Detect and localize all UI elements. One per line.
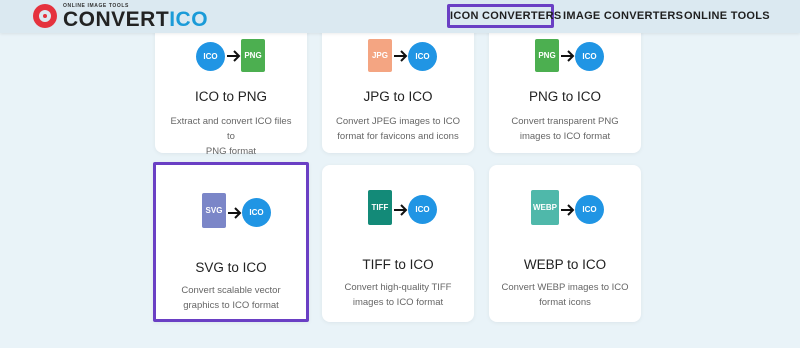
ico-circle-icon: ICO bbox=[242, 198, 271, 227]
svg-file-icon: SVG bbox=[202, 193, 226, 228]
ico-circle-icon: ICO bbox=[408, 195, 437, 224]
card-svg-to-ico[interactable]: SVG ICO SVG to ICO Convert scalable vect… bbox=[153, 162, 309, 322]
ico-circle-icon: ICO bbox=[575, 195, 604, 224]
nav-icon-converters[interactable]: ICON CONVERTERS bbox=[447, 4, 561, 28]
ico-circle-icon: ICO bbox=[408, 42, 437, 71]
card-description: Convert transparent PNG images to ICO for… bbox=[511, 116, 619, 142]
card-webp-to-ico[interactable]: WEBP ICO WEBP to ICO Convert WEBP images… bbox=[489, 165, 641, 322]
card-title: SVG to ICO bbox=[195, 260, 267, 275]
card-title: ICO to PNG bbox=[194, 89, 267, 104]
arrow-right-icon bbox=[561, 50, 575, 62]
card-tiff-to-ico[interactable]: TIFF ICO TIFF to ICO Convert high-qualit… bbox=[322, 165, 474, 322]
logo-wordmark: CONVERTICO bbox=[63, 8, 209, 31]
conversion-icons: JPG ICO bbox=[322, 28, 474, 72]
logo-icon bbox=[33, 4, 57, 28]
card-title: JPG to ICO bbox=[363, 89, 433, 104]
nav-online-tools[interactable]: ONLINE TOOLS bbox=[684, 4, 770, 28]
card-description: Extract and convert ICO files to PNG form… bbox=[170, 116, 292, 157]
arrow-right-icon bbox=[394, 50, 408, 62]
card-description: Convert WEBP images to ICO format icons bbox=[501, 282, 629, 308]
arrow-right-icon bbox=[561, 204, 575, 216]
conversion-icons: ICO PNG bbox=[155, 28, 307, 72]
card-description: Convert JPEG images to ICO format for fav… bbox=[335, 116, 461, 142]
png-file-icon: PNG bbox=[241, 39, 265, 72]
tiff-file-icon: TIFF bbox=[368, 190, 392, 225]
arrow-right-icon bbox=[228, 207, 242, 219]
card-jpg-to-ico[interactable]: JPG ICO JPG to ICO Convert JPEG images t… bbox=[322, 14, 474, 153]
card-title: PNG to ICO bbox=[528, 89, 601, 104]
nav-image-converters[interactable]: IMAGE CONVERTERS bbox=[563, 4, 683, 28]
webp-file-icon: WEBP bbox=[531, 190, 559, 225]
png-file-icon: PNG bbox=[535, 39, 559, 72]
arrow-right-icon bbox=[394, 204, 408, 216]
conversion-icons: PNG ICO bbox=[489, 28, 641, 72]
jpg-file-icon: JPG bbox=[368, 39, 392, 72]
card-title: WEBP to ICO bbox=[523, 257, 607, 272]
conversion-icons: TIFF ICO bbox=[322, 190, 474, 230]
conversion-icons: SVG ICO bbox=[156, 193, 306, 233]
conversion-icons: WEBP ICO bbox=[489, 190, 641, 230]
card-ico-to-png[interactable]: ICO PNG ICO to PNG Extract and convert I… bbox=[155, 14, 307, 157]
arrow-right-icon bbox=[227, 50, 241, 62]
ico-circle-icon: ICO bbox=[575, 42, 604, 71]
card-description: Convert scalable vector graphics to ICO f… bbox=[181, 285, 281, 311]
ico-circle-icon: ICO bbox=[196, 42, 225, 71]
card-png-to-ico[interactable]: PNG ICO PNG to ICO Convert transparent P… bbox=[489, 14, 641, 153]
card-description: Convert high-quality TIFF images to ICO f… bbox=[344, 282, 452, 308]
card-title: TIFF to ICO bbox=[362, 257, 434, 272]
site-header: ONLINE IMAGE TOOLS CONVERTICO ICON CONVE… bbox=[0, 0, 800, 33]
